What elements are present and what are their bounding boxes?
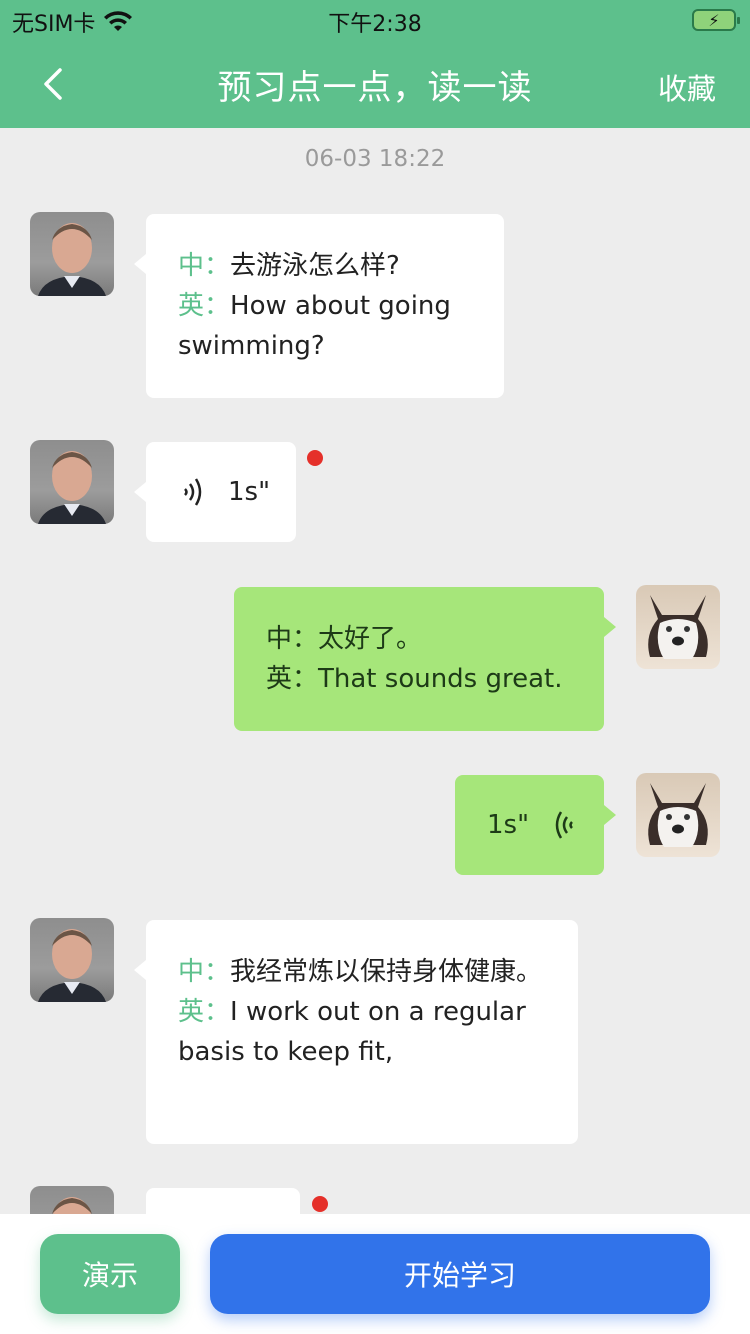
demo-button[interactable]: 演示 (40, 1234, 180, 1314)
man-avatar-icon (38, 929, 106, 1002)
man-avatar-icon (38, 223, 106, 296)
chat-timestamp: 06-03 18:22 (304, 146, 446, 172)
en-text: That sounds great. (318, 664, 563, 694)
favorite-button[interactable]: 收藏 (658, 66, 716, 108)
husky-avatar-icon (648, 595, 708, 659)
man-avatar-icon (38, 451, 106, 524)
avatar-teacher[interactable] (30, 918, 114, 1002)
voice-message-bubble[interactable]: 1s" (134, 442, 296, 542)
zh-label: 中： (266, 624, 319, 654)
nav-bar: 预习点一点，读一读 收藏 (0, 48, 750, 120)
message-bubble[interactable]: 中：我经常炼以保持身体健康。 英：I work out on a regular… (134, 920, 578, 1144)
zh-text: 我经常炼以保持身体健康。 (230, 957, 543, 987)
zh-text: 去游泳怎么样? (230, 251, 400, 281)
husky-avatar-icon (648, 783, 708, 847)
battery-charging-icon: ⚡ (692, 9, 740, 31)
voice-duration: 1s" (228, 477, 271, 507)
en-label: 英： (266, 664, 319, 694)
voice-message-bubble-self[interactable]: 1s" (455, 775, 616, 875)
en-label: 英： (178, 997, 231, 1027)
voice-wave-icon (555, 811, 573, 839)
unread-dot (312, 1196, 328, 1212)
avatar-teacher[interactable] (30, 212, 114, 296)
footer-bar: 演示 开始学习 (0, 1214, 750, 1334)
voice-wave-icon (184, 478, 202, 506)
zh-text: 太好了。 (318, 624, 423, 654)
avatar-self[interactable] (636, 585, 720, 669)
clock: 下午2:38 (328, 12, 422, 37)
page-title: 预习点一点，读一读 (217, 67, 533, 108)
message-bubble-self[interactable]: 中：太好了。 英：That sounds great. (234, 587, 616, 731)
avatar-teacher[interactable] (30, 440, 114, 524)
voice-duration: 1s" (487, 810, 530, 840)
status-bar: 无SIM卡 下午2:38 ⚡ (0, 0, 750, 40)
zh-label: 中： (178, 251, 231, 281)
avatar-self[interactable] (636, 773, 720, 857)
zh-label: 中： (178, 957, 231, 987)
en-text: I work out on a regular basis to keep fi… (178, 997, 526, 1067)
start-learning-button[interactable]: 开始学习 (210, 1234, 710, 1314)
message-bubble[interactable]: 中：去游泳怎么样? 英：How about going swimming? (134, 214, 504, 398)
unread-dot (307, 450, 323, 466)
en-label: 英： (178, 291, 231, 321)
back-button[interactable] (38, 66, 72, 102)
header: 无SIM卡 下午2:38 ⚡ 预习点一点，读一读 收藏 (0, 0, 750, 128)
